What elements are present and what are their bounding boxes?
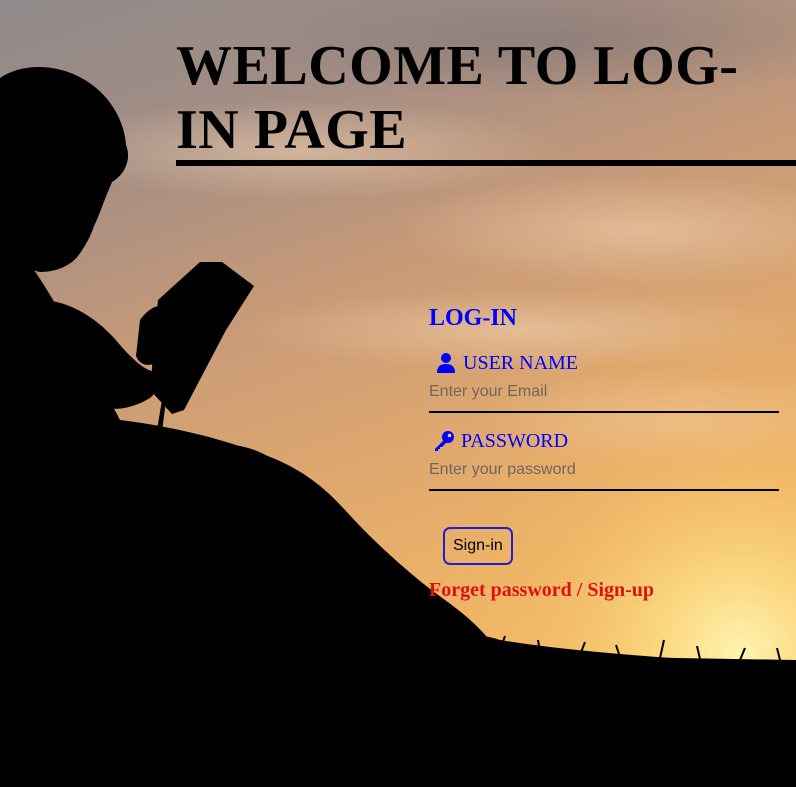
key-icon <box>433 430 455 452</box>
page-title: WELCOME TO LOG-IN PAGE <box>176 35 739 161</box>
user-icon <box>435 352 457 374</box>
login-form: LOG-IN USER NAME PASSWORD Sign-in Forget… <box>429 300 779 602</box>
account-links: Forget password / Sign-up <box>429 579 779 602</box>
links-separator: / <box>571 579 588 601</box>
title-divider <box>176 160 796 166</box>
password-field[interactable] <box>429 459 779 491</box>
username-label-text: USER NAME <box>463 351 579 374</box>
username-label: USER NAME <box>435 349 779 377</box>
email-field[interactable] <box>429 381 779 413</box>
login-heading: LOG-IN <box>429 305 518 331</box>
forget-password-link[interactable]: Forget password <box>429 579 572 601</box>
signup-link[interactable]: Sign-up <box>587 579 654 601</box>
password-label-text: PASSWORD <box>461 429 569 452</box>
page-title-container: WELCOME TO LOG-IN PAGE <box>176 34 796 162</box>
password-label: PASSWORD <box>433 427 779 455</box>
signin-button[interactable]: Sign-in <box>443 527 513 565</box>
